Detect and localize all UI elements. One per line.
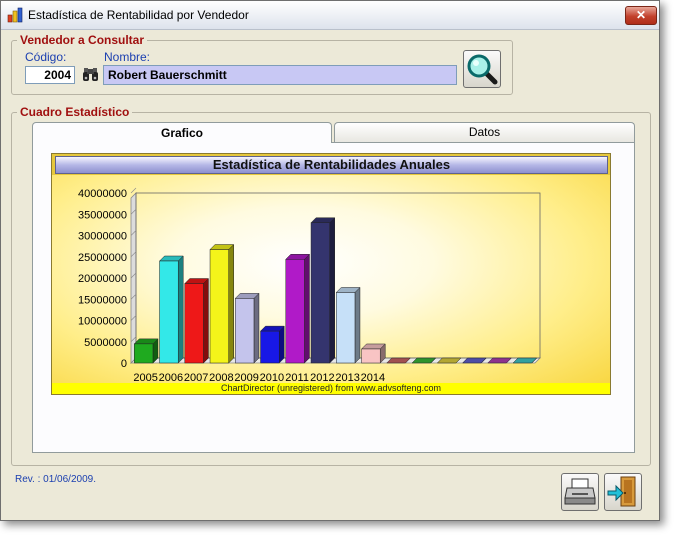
bar-chart: 40000000 35000000 30000000 25000000 20000000… [78,187,541,384]
printer-icon [564,478,596,505]
magnifier-icon [467,54,498,85]
bar-side [354,286,361,364]
y-tick-label: 35000000 [78,209,127,221]
search-button[interactable] [463,50,501,88]
bar-side [228,243,234,364]
y-tick-label: 5000000 [84,337,127,349]
binoculars-icon[interactable] [82,67,99,82]
bar [310,217,336,364]
y-tick-label: 20000000 [78,273,127,285]
chart-watermark: ChartDirector (unregistered) from www.ad… [52,383,610,394]
bar [259,325,285,364]
bar-front [285,259,305,364]
bar-front [336,292,356,364]
bar-front [235,298,255,364]
tab-grafico[interactable]: Grafico [32,122,332,143]
bar-front [209,249,229,364]
close-button[interactable]: ✕ [625,6,657,25]
bar-front [361,348,381,364]
y-tick-label: 25000000 [78,252,127,264]
y-tick-label: 0 [121,358,127,370]
bar-front [260,330,280,364]
codigo-label: Código: [25,50,67,64]
y-tick-label: 15000000 [78,294,127,306]
print-button[interactable] [561,473,599,511]
bar [184,277,210,364]
bar-front [159,260,179,364]
bar-front [134,343,154,364]
bar-side [329,217,335,364]
nombre-field[interactable]: Robert Bauerschmitt [103,65,457,85]
app-chart-icon [7,7,23,23]
bar [335,286,361,364]
bar [133,338,159,364]
bar-side [253,292,260,364]
bar-side [177,255,184,364]
revision-text: Rev. : 01/06/2009. [15,474,96,485]
exit-button[interactable] [604,473,642,511]
bar [158,255,184,364]
exit-door-icon [607,476,636,507]
cuadro-group-title: Cuadro Estadístico [17,105,133,119]
bar [209,243,235,364]
bar [234,292,260,364]
y-tick-label: 30000000 [78,231,127,243]
codigo-field[interactable]: 2004 [25,66,75,84]
title-bar: Estadística de Rentabilidad por Vendedor… [1,1,659,30]
bar [285,253,311,364]
bar-side [203,277,209,364]
bar-side [304,253,310,364]
tab-datos[interactable]: Datos [334,122,635,142]
bar-front [310,222,330,364]
vendedor-group-title: Vendedor a Consultar [17,33,148,47]
bar-front [184,283,204,364]
main-window: Estadística de Rentabilidad por Vendedor… [0,0,660,521]
y-tick-label: 40000000 [78,188,127,200]
nombre-label: Nombre: [104,50,151,64]
y-tick-label: 10000000 [78,316,127,328]
y-grid-line [130,187,137,194]
window-title: Estadística de Rentabilidad por Vendedor [28,8,249,22]
chart-title: Estadística de Rentabilidades Anuales [55,156,608,174]
bar-side [278,325,285,364]
bar [360,343,386,364]
